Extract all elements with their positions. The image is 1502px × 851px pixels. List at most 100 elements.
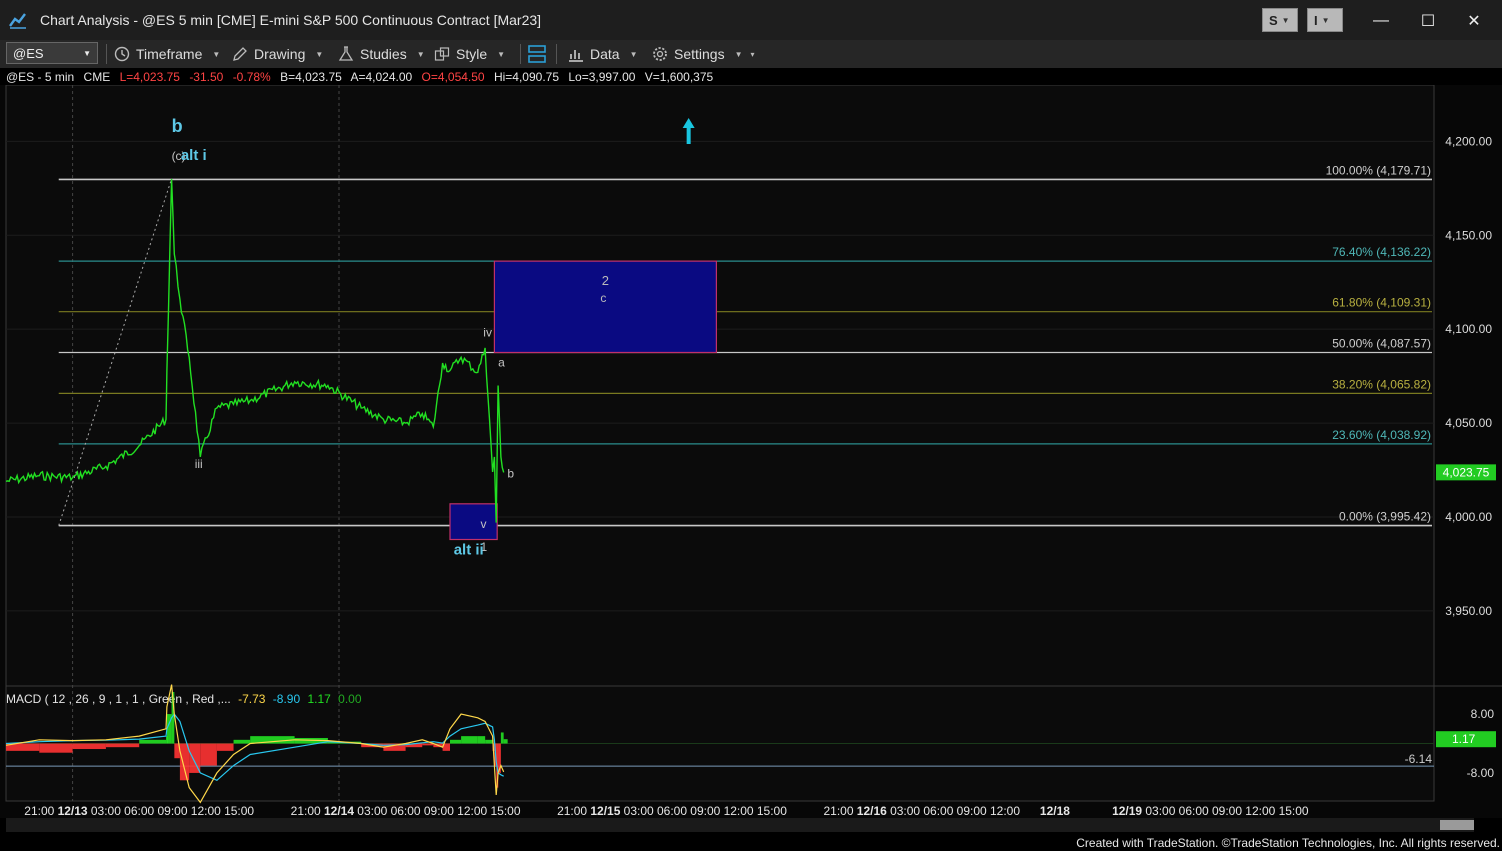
studies-menu[interactable]: Studies ▼ (338, 44, 425, 64)
macd-y-tick-label: 8.00 (1471, 707, 1495, 721)
wave-label: iii (195, 457, 203, 471)
quote-info-line: @ES - 5 min CME L=4,023.75 -31.50 -0.78%… (6, 70, 719, 84)
macd-histogram-bar (461, 736, 478, 744)
window-title: Chart Analysis - @ES 5 min [CME] E-mini … (40, 12, 542, 28)
drawing-menu[interactable]: Drawing ▼ (232, 44, 323, 64)
toolbar-divider (106, 44, 107, 64)
macd-label-part: -7.73 (238, 692, 269, 706)
x-axis-tick-label: 21:00 (291, 804, 321, 818)
x-axis-tick-label: 09:00 (424, 804, 454, 818)
overflow-chevron-icon[interactable]: ▾ (751, 50, 755, 59)
layout-icon[interactable] (527, 43, 547, 65)
x-axis-tick-label: 09:00 (1212, 804, 1242, 818)
y-axis-tick-label: 3,950.00 (1445, 604, 1492, 618)
credit-text: Created with TradeStation. ©TradeStation… (1076, 836, 1500, 850)
macd-histogram-bar (485, 739, 493, 744)
macd-histogram-bar (39, 743, 73, 753)
data-label: Data (590, 46, 620, 62)
chevron-down-icon: ▼ (315, 49, 324, 59)
style-label: Style (456, 46, 488, 62)
macd-histogram-bar (105, 743, 140, 748)
macd-reference-label: -6.14 (1405, 752, 1433, 766)
x-axis-tick-label: 12/16 (857, 804, 887, 818)
x-axis-tick-label: 21:00 (823, 804, 853, 818)
x-axis-tick-label: 03:00 (1145, 804, 1175, 818)
macd-histogram-bar (500, 732, 504, 744)
style-menu[interactable]: Style ▼ (434, 44, 505, 64)
y-axis-tick-label: 4,000.00 (1445, 510, 1492, 524)
x-axis-tick-label: 21:00 (24, 804, 54, 818)
tradestation-chart-icon (9, 13, 26, 29)
scrollbar-thumb[interactable] (1440, 820, 1474, 830)
x-axis-tick-label: 12:00 (457, 804, 487, 818)
x-axis-tick-label: 12:00 (1245, 804, 1275, 818)
macd-histogram-bar (450, 739, 462, 744)
macd-histogram-bar (233, 739, 251, 744)
data-menu[interactable]: Data ▼ (568, 44, 638, 64)
x-axis-tick-label: 15:00 (224, 804, 254, 818)
info-symbol: @ES - 5 min (6, 70, 75, 84)
minimize-button[interactable]: — (1366, 8, 1396, 34)
x-axis-tick-label: 12/14 (324, 804, 354, 818)
chevron-down-icon: ▼ (1321, 15, 1330, 25)
x-axis-tick-label: 15:00 (1279, 804, 1309, 818)
fib-level-label: 50.00% (4,087.57) (1332, 337, 1431, 351)
macd-y-tick-label: -8.00 (1467, 766, 1495, 780)
strategy-button[interactable]: S ▼ (1262, 8, 1298, 32)
chevron-down-icon[interactable]: ▼ (83, 49, 91, 58)
support-box-wave-1 (449, 503, 498, 541)
x-axis-tick-label: 06:00 (923, 804, 953, 818)
indicator-button-label: I (1314, 12, 1318, 28)
x-axis-tick-label: 06:00 (657, 804, 687, 818)
info-pct: -0.78% (232, 70, 271, 84)
settings-menu[interactable]: Settings ▼ ▾ (652, 44, 755, 64)
y-axis-tick-label: 4,150.00 (1445, 228, 1492, 242)
close-button[interactable]: ✕ (1459, 8, 1489, 34)
macd-label: MACD ( 12 , 26 , 9 , 1 , 1 , Green , Red… (6, 692, 362, 706)
fib-level-label: 38.20% (4,065.82) (1332, 377, 1431, 391)
y-axis-tick-label: 4,100.00 (1445, 322, 1492, 336)
symbol-input[interactable]: @ES ▼ (6, 42, 98, 64)
gear-icon (653, 47, 667, 61)
x-axis-tick-label: 06:00 (391, 804, 421, 818)
x-axis-tick-label: 12:00 (990, 804, 1020, 818)
x-axis-tick-label: 03:00 (890, 804, 920, 818)
fib-level-label: 76.40% (4,136.22) (1332, 245, 1431, 259)
timeframe-menu[interactable]: Timeframe ▼ (114, 44, 220, 64)
info-bid: B=4,023.75 (280, 70, 342, 84)
info-volume: V=1,600,375 (644, 70, 714, 84)
macd-last-value: 1.17 (1452, 732, 1476, 746)
macd-histogram-bar (216, 743, 234, 751)
x-axis-tick-label: 06:00 (1179, 804, 1209, 818)
horizontal-scrollbar[interactable] (6, 818, 1474, 832)
fib-level-label: 0.00% (3,995.42) (1339, 510, 1431, 524)
info-change: -31.50 (189, 70, 224, 84)
x-axis-tick-label: 15:00 (757, 804, 787, 818)
x-axis-tick-label: 12/15 (590, 804, 620, 818)
y-axis-tick-label: 4,050.00 (1445, 416, 1492, 430)
x-axis-tick-label: 09:00 (157, 804, 187, 818)
fib-level-label: 100.00% (4,179.71) (1326, 163, 1431, 177)
bar-chart-icon (569, 50, 583, 62)
info-open: O=4,054.50 (421, 70, 485, 84)
flask-icon (338, 46, 354, 61)
studies-label: Studies (360, 46, 407, 62)
maximize-button[interactable]: ☐ (1413, 8, 1443, 34)
macd-label-part: MACD ( 12 , 26 , 9 , 1 , 1 , Green , Red… (6, 692, 234, 706)
macd-label-part: -8.90 (273, 692, 304, 706)
info-ask: A=4,024.00 (350, 70, 413, 84)
x-axis-tick-label: 09:00 (957, 804, 987, 818)
target-box-label-bottom: c (600, 291, 606, 305)
indicator-button[interactable]: I ▼ (1307, 8, 1343, 32)
price-chart[interactable]: 100.00% (4,179.71) 76.40% (4,136.22) 61.80… (0, 85, 1502, 818)
wave-label: b (172, 116, 183, 136)
symbol-value: @ES (13, 46, 44, 61)
macd-histogram-bar (477, 736, 486, 744)
last-price-value: 4,023.75 (1443, 465, 1490, 479)
x-axis-tick-label: 12/18 (1040, 804, 1070, 818)
x-axis-tick-label: 12/19 (1112, 804, 1142, 818)
toolbar-divider (520, 44, 521, 64)
macd-histogram-bar (200, 743, 217, 766)
x-axis-tick-label: 12:00 (191, 804, 221, 818)
macd-histogram-bar (139, 739, 167, 744)
